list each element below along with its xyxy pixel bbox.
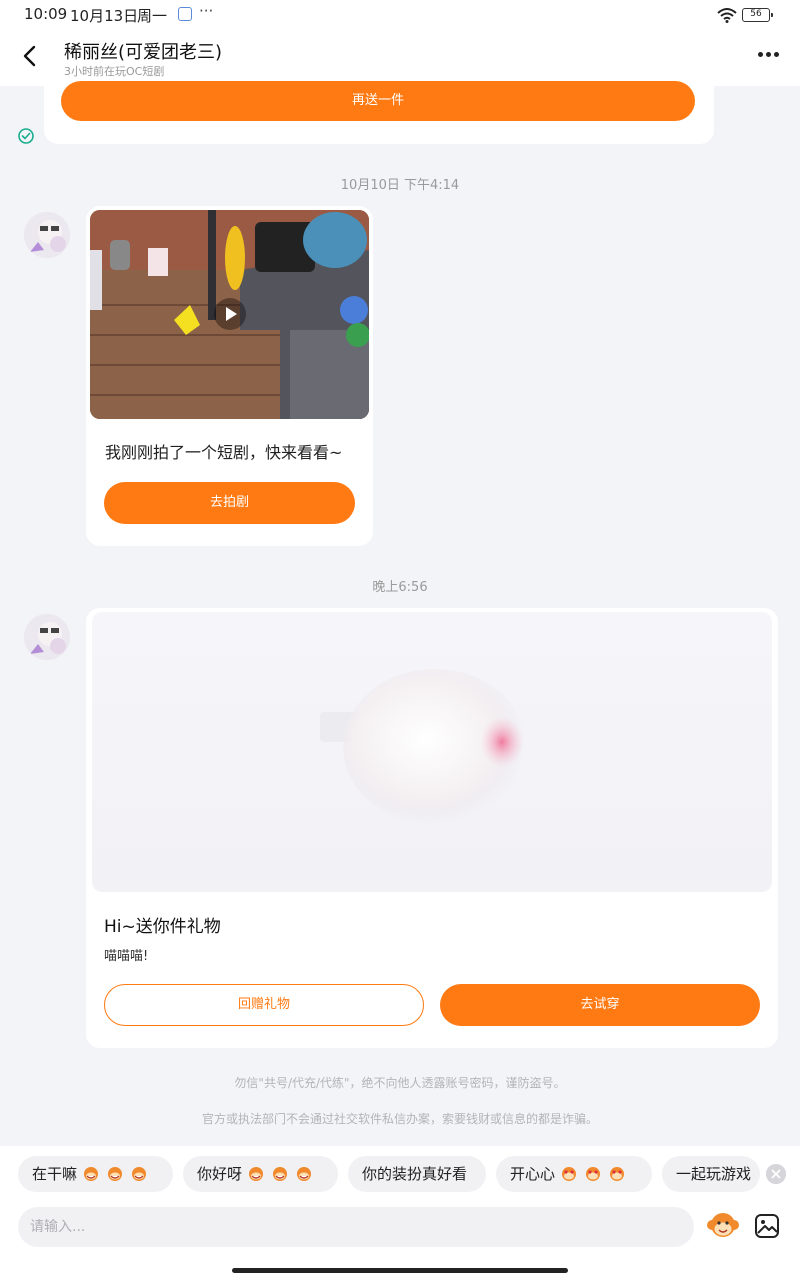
quick-reply-label: 你好呀	[197, 1165, 243, 1183]
close-quick-replies-icon[interactable]	[766, 1164, 786, 1184]
chat-title: 稀丽丝(可爱团老三)	[64, 42, 223, 63]
image-picker-icon[interactable]	[754, 1213, 780, 1239]
notification-app-icon	[178, 7, 192, 21]
status-time: 10:09	[24, 5, 68, 23]
quick-reply-label: 在干嘛	[32, 1165, 78, 1183]
quick-reply-label: 开心心	[510, 1165, 556, 1183]
sent-check-icon	[18, 128, 34, 144]
home-indicator	[232, 1268, 568, 1273]
monkey-laugh-icon	[297, 1167, 312, 1181]
quick-reply-chip[interactable]: 在干嘛	[18, 1156, 173, 1192]
avatar[interactable]	[24, 614, 70, 660]
try-on-button[interactable]: 去试穿	[440, 984, 760, 1026]
resend-gift-button[interactable]: 再送一件	[61, 81, 695, 121]
message-timestamp: 晚上6:56	[372, 580, 428, 595]
emoji-button-icon[interactable]	[706, 1210, 740, 1242]
monkey-laugh-icon	[249, 1167, 264, 1181]
message-input[interactable]	[18, 1207, 694, 1247]
status-more-indicator: ···	[199, 2, 214, 20]
message-timestamp: 10月10日 下午4:14	[340, 178, 460, 193]
quick-reply-label: 你的装扮真好看	[362, 1165, 468, 1183]
monkey-laugh-icon	[84, 1167, 99, 1181]
quick-reply-chip[interactable]: 开心心	[496, 1156, 652, 1192]
play-icon[interactable]	[213, 297, 247, 331]
gift-title: Hi~送你件礼物	[104, 917, 221, 937]
monkey-heart-icon	[610, 1167, 625, 1181]
gift-message: 喵喵喵!	[104, 949, 149, 964]
return-gift-button[interactable]: 回赠礼物	[104, 984, 424, 1026]
security-notice: 勿信"共号/代充/代练"，绝不向他人透露账号密码，谨防盗号。	[234, 1076, 566, 1090]
monkey-laugh-icon	[273, 1167, 288, 1181]
video-message-text: 我刚刚拍了一个短剧，快来看看~	[105, 443, 343, 462]
monkey-laugh-icon	[132, 1167, 147, 1181]
quick-reply-chip[interactable]: 你的装扮真好看	[348, 1156, 486, 1192]
fraud-notice: 官方或执法部门不会通过社交软件私信办案，索要钱财或信息的都是诈骗。	[201, 1112, 598, 1126]
avatar[interactable]	[24, 212, 70, 258]
monkey-heart-icon	[562, 1167, 577, 1181]
status-date: 10月13日	[70, 7, 139, 25]
chat-subtitle: 3小时前在玩OC短剧	[64, 65, 165, 78]
more-options-icon[interactable]	[756, 50, 782, 60]
monkey-laugh-icon	[108, 1167, 123, 1181]
status-weekday: 周一	[137, 7, 168, 25]
monkey-heart-icon	[586, 1167, 601, 1181]
quick-reply-label: 一起玩游戏	[676, 1165, 752, 1183]
go-shoot-drama-button[interactable]: 去拍剧	[104, 482, 355, 524]
gift-image[interactable]	[92, 612, 772, 892]
quick-reply-chip[interactable]: 一起玩游戏	[662, 1156, 760, 1192]
back-arrow-icon[interactable]	[18, 44, 42, 68]
battery-icon: 56	[742, 8, 773, 22]
quick-reply-chip[interactable]: 你好呀	[183, 1156, 338, 1192]
wifi-icon	[717, 8, 737, 23]
